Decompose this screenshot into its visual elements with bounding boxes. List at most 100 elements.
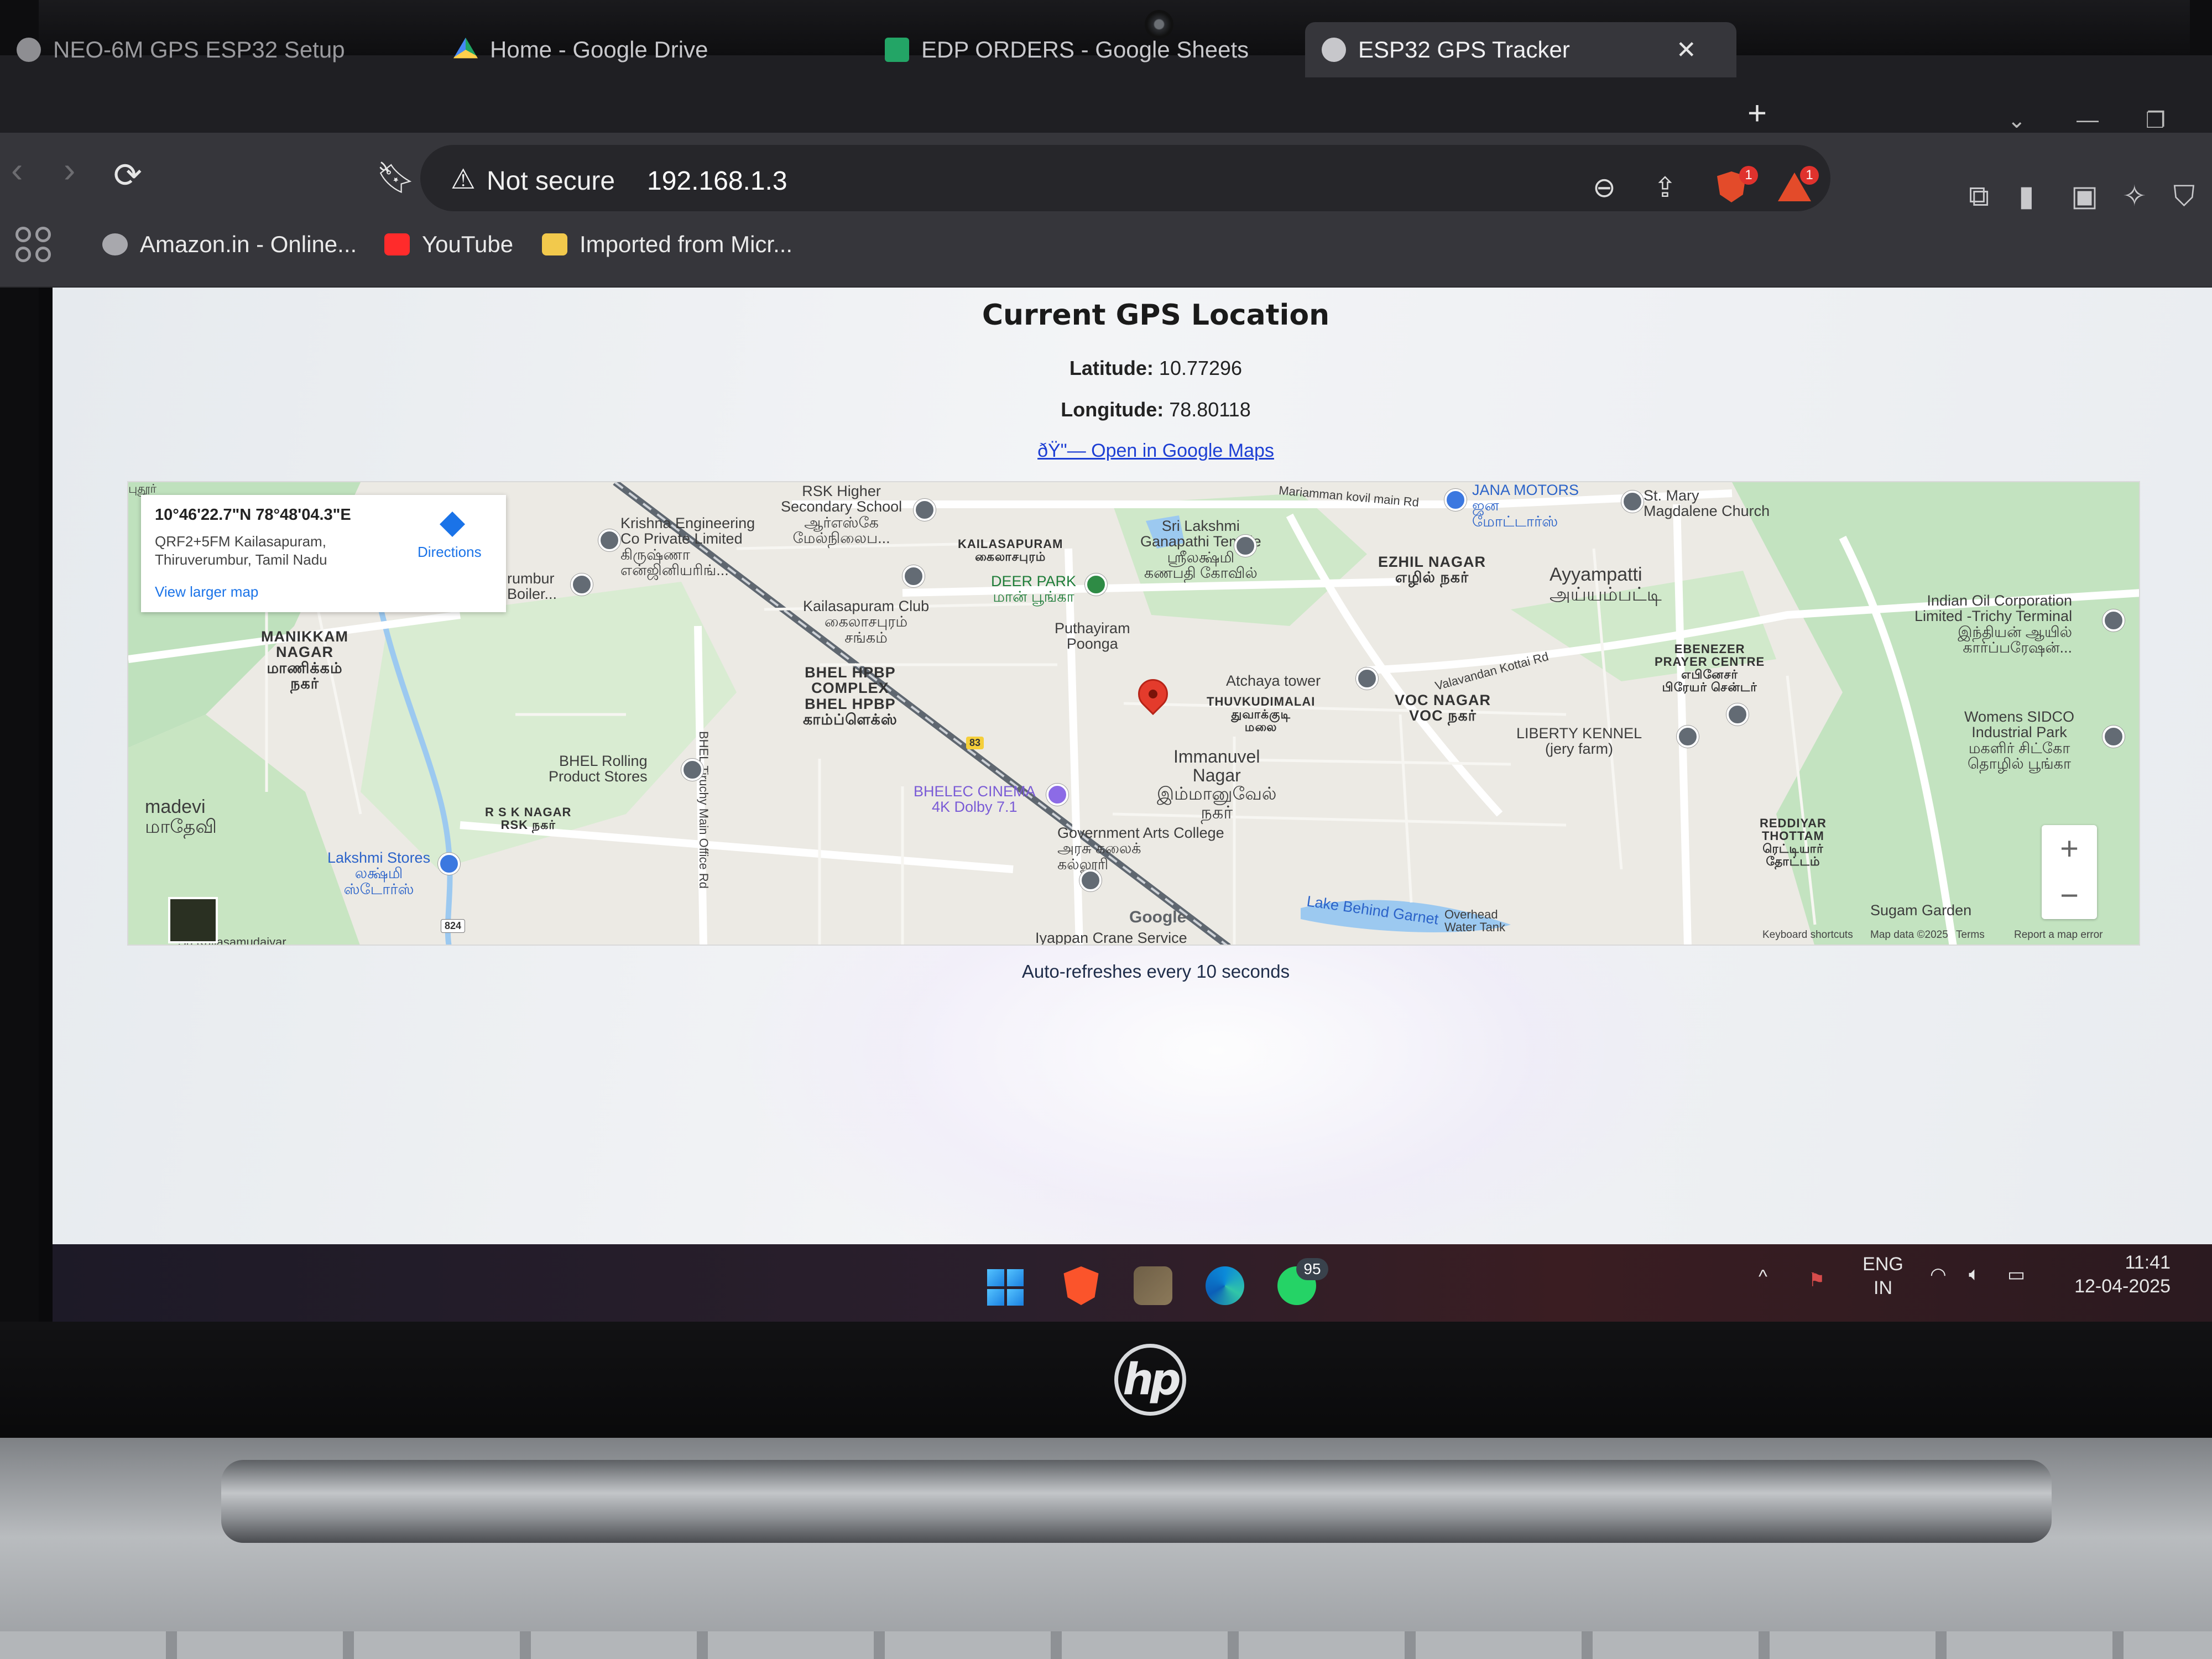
map-label-puthayiram-poonga: Puthayiram Poonga [1055, 620, 1130, 653]
place-address: QRF2+5FM Kailasapuram, Thiruverumbur, Ta… [155, 533, 398, 568]
map-label-iyappan-crane: Iyappan Crane Service [1035, 930, 1187, 946]
wifi-icon[interactable]: ◠ [1930, 1264, 1947, 1286]
extensions-icon[interactable]: ⧉ [1969, 180, 1989, 213]
windows-start-icon[interactable] [987, 1269, 1024, 1306]
bookmark-folder-imported[interactable]: Imported from Micr... [542, 231, 792, 258]
map-label-krishna-engineering: Krishna Engineering Co Private Limited க… [620, 515, 755, 579]
tab-label: NEO-6M GPS ESP32 Setup [53, 36, 345, 62]
tab-esp32-gps-tracker[interactable]: ESP32 GPS Tracker ✕ [1305, 22, 1736, 77]
poi-marker[interactable] [902, 565, 925, 587]
church-poi-marker[interactable] [1726, 703, 1749, 726]
reload-button[interactable]: ⟳ [113, 155, 142, 195]
temple-poi-marker[interactable] [1234, 535, 1256, 557]
map-label-womens-sidco: Womens SIDCO Industrial Park மகளிர் சிட்… [1964, 708, 2075, 773]
language-region: IN [1874, 1277, 1892, 1298]
show-hidden-icons-chevron[interactable]: ^ [1759, 1266, 1767, 1288]
bookmark-amazon[interactable]: Amazon.in - Online... [102, 231, 357, 258]
network-warning-icon[interactable]: ⚑ [1808, 1269, 1825, 1291]
tab-google-drive[interactable]: Home - Google Drive [437, 22, 724, 77]
share-icon[interactable]: ⇪ [1653, 171, 1677, 204]
tab-google-sheets[interactable]: EDP ORDERS - Google Sheets [868, 22, 1265, 77]
zoom-in-button[interactable]: + [2042, 825, 2097, 872]
map-layer-toggle[interactable] [168, 897, 218, 943]
map-data-attribution: Map data ©2025 [1870, 929, 1948, 941]
url-text[interactable]: 192.168.1.3 [647, 166, 787, 196]
map-label-manikkam-nagar: MANIKKAM NAGAR மாணிக்கம் நகர் [261, 628, 348, 692]
map-label-indian-oil: Indian Oil Corporation Limited -Trichy T… [1914, 592, 2073, 656]
warning-icon[interactable]: ⚠ [451, 163, 476, 195]
keyboard-shortcuts-link[interactable]: Keyboard shortcuts [1762, 929, 1853, 941]
map-zoom-control: + − [2042, 825, 2097, 919]
bookmark-label: Imported from Micr... [580, 231, 793, 257]
map-label-kailasapuram-club: Kailasapuram Club கைலாசபுரம் சங்கம் [803, 598, 930, 646]
cinema-poi-marker[interactable] [1046, 784, 1068, 806]
report-map-error-link[interactable]: Report a map error [2014, 929, 2103, 941]
shopping-poi-marker[interactable] [1444, 489, 1467, 511]
zoom-out-icon[interactable]: ⊖ [1593, 171, 1616, 204]
poi-marker[interactable] [571, 573, 593, 596]
map-label-reddiyar-thottam: REDDIYAR THOTTAM ரெட்டியார் தோட்டம் [1760, 816, 1827, 869]
zoom-out-button[interactable]: − [2042, 872, 2097, 919]
language-code: ENG [1863, 1254, 1903, 1275]
leo-ai-icon[interactable]: ✧ [2122, 180, 2147, 213]
address-bar[interactable] [420, 145, 1830, 211]
school-poi-marker[interactable] [914, 499, 936, 521]
back-button[interactable]: ‹ [11, 149, 23, 190]
directions-icon[interactable] [440, 512, 465, 537]
minimize-button[interactable]: — [2077, 108, 2099, 133]
terms-link[interactable]: Terms [1956, 929, 1985, 941]
park-poi-marker[interactable] [1085, 573, 1107, 596]
place-address-line1: QRF2+5FM Kailasapuram, [155, 533, 326, 550]
shield-count-badge: 1 [1739, 166, 1758, 185]
bookmark-icon[interactable]: 🔖︎ [376, 159, 415, 196]
tab-neo6m-setup[interactable]: NEO-6M GPS ESP32 Setup [0, 22, 362, 77]
clock-date: 12-04-2025 [2074, 1275, 2171, 1297]
restore-button[interactable]: ❐ [2146, 108, 2166, 133]
youtube-icon [384, 233, 410, 255]
longitude-row: Longitude: 78.80118 [912, 398, 1399, 421]
poi-marker[interactable] [2103, 726, 2125, 748]
laptop-hinge [221, 1460, 2052, 1543]
apps-grid-icon[interactable] [15, 227, 51, 262]
map-label-ayyampatti: Ayyampatti அய்யம்பட்டி [1550, 564, 1662, 605]
shopping-poi-marker[interactable] [438, 853, 460, 875]
bookmark-label: YouTube [422, 231, 514, 257]
forward-button[interactable]: › [64, 149, 75, 190]
bookmark-youtube[interactable]: YouTube [384, 231, 513, 258]
map-label-thuvkudimalai: THUVKUDIMALAI துவாக்குடி மலை [1207, 695, 1316, 734]
new-tab-button[interactable]: + [1747, 94, 1767, 132]
latitude-row: Latitude: 10.77296 [912, 357, 1399, 380]
vpn-icon[interactable]: ⛉ [2173, 180, 2195, 213]
taskbar-clock[interactable]: 11:41 12-04-2025 [2049, 1251, 2171, 1298]
poi-marker[interactable] [598, 529, 620, 551]
tab-search-chevron-icon[interactable]: ⌄ [2007, 108, 2026, 133]
poi-marker[interactable] [1677, 726, 1699, 748]
map-label-overhead-tank: Overhead Water Tank [1444, 907, 1506, 935]
google-sheets-icon [885, 38, 909, 62]
language-indicator[interactable]: ENG IN [1858, 1253, 1908, 1300]
poi-marker[interactable] [1356, 667, 1378, 690]
college-poi-marker[interactable] [1079, 869, 1102, 891]
church-poi-marker[interactable] [1621, 491, 1644, 513]
wallet-icon[interactable]: ▣ [2071, 180, 2098, 213]
thonny-icon[interactable] [1134, 1266, 1172, 1305]
tab-label: ESP32 GPS Tracker [1358, 36, 1570, 62]
close-tab-icon[interactable]: ✕ [1676, 36, 1697, 64]
view-larger-map-link[interactable]: View larger map [155, 583, 258, 601]
open-in-google-maps-link[interactable]: ðŸ"— Open in Google Maps [912, 440, 1399, 462]
security-label[interactable]: Not secure [487, 166, 615, 196]
hp-logo: hp [1114, 1344, 1186, 1416]
map-label-liberty-kennel: LIBERTY KENNEL (jery farm) [1516, 725, 1642, 758]
globe-icon [102, 233, 128, 255]
volume-icon[interactable]: 🔈︎ [1969, 1264, 1980, 1285]
battery-icon[interactable]: ▭ [2007, 1264, 2025, 1286]
store-poi-marker[interactable] [681, 759, 703, 781]
keyboard-row [0, 1631, 2212, 1659]
folder-icon [542, 233, 567, 255]
map-label-immanuvel-nagar: Immanuvel Nagar இம்மானுவேல் நகர் [1157, 747, 1277, 822]
sidebar-icon[interactable]: ▮ [2018, 180, 2034, 213]
poi-marker[interactable] [2103, 609, 2125, 632]
directions-link[interactable]: Directions [418, 544, 482, 561]
edge-browser-icon[interactable] [1206, 1266, 1244, 1305]
google-drive-icon [453, 38, 478, 59]
